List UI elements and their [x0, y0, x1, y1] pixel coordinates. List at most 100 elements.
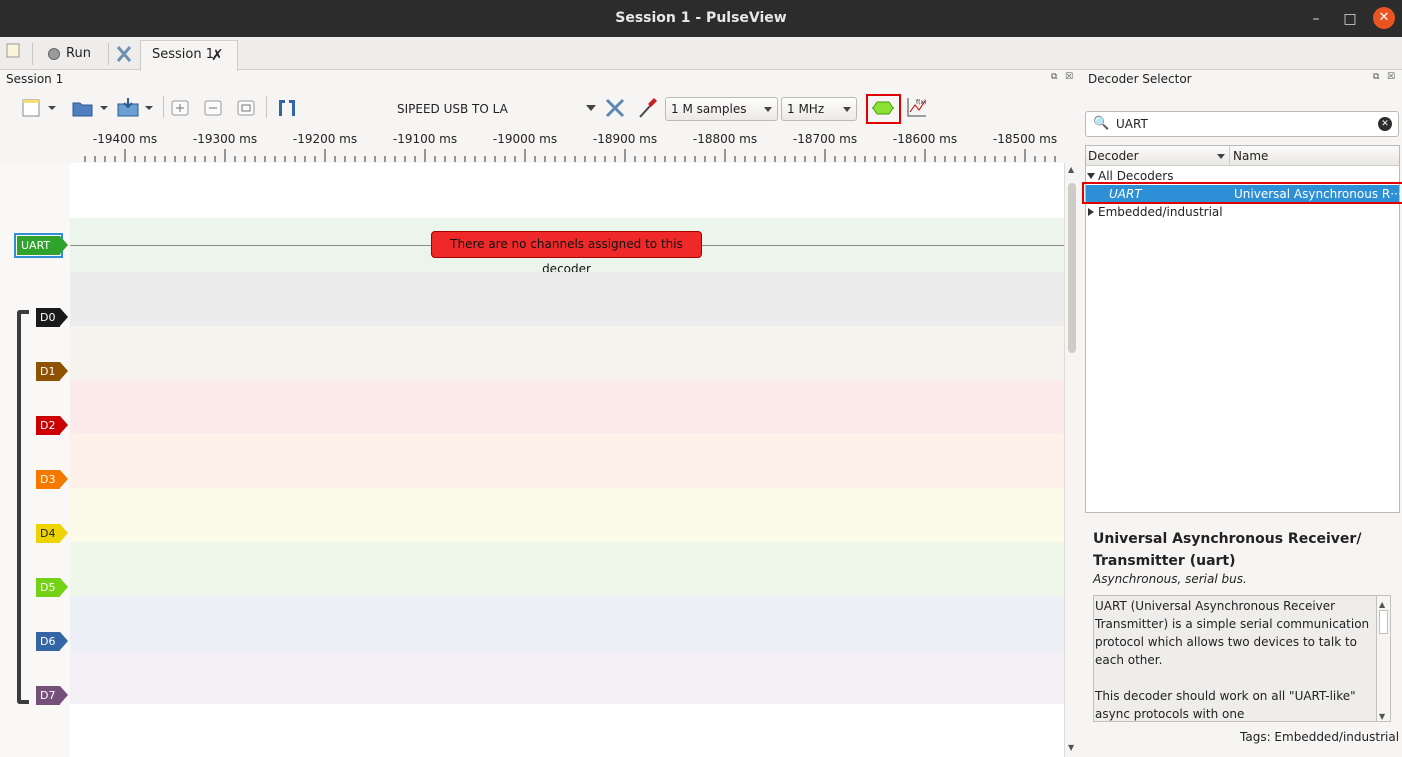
main-toolbar: SIPEED USB TO LA 1 M samples 1 MHz f(x)	[0, 90, 1078, 126]
close-button[interactable]: ✕	[1373, 7, 1395, 29]
description-body: UART (Universal Asynchronous Receiver Tr…	[1095, 599, 1370, 721]
channel-label-d0[interactable]: D0	[36, 308, 68, 327]
ruler-tick-label: -18900 ms	[593, 132, 657, 146]
channel-band-d7	[70, 650, 1064, 704]
scroll-up-icon[interactable]: ▲	[1068, 165, 1074, 174]
probe-icon	[639, 98, 657, 118]
channel-label-d2[interactable]: D2	[36, 416, 68, 435]
open-button[interactable]	[70, 96, 112, 120]
clear-search-icon[interactable]: ✕	[1378, 117, 1392, 131]
close-tab-icon[interactable]: ✗	[211, 41, 224, 69]
scrollbar-thumb[interactable]	[1068, 183, 1076, 353]
chevron-down-icon	[764, 107, 772, 112]
float-panel-icon[interactable]: ⧉	[1051, 72, 1057, 82]
channel-band-d0	[70, 272, 1064, 326]
trace-scrollbar[interactable]: ▲ ▼	[1064, 163, 1078, 757]
tree-group-label: Embedded/industrial	[1098, 205, 1223, 219]
uart-trace-label[interactable]: UART	[14, 233, 68, 258]
maximize-button[interactable]: □	[1340, 9, 1360, 29]
decoder-tree-header: Decoder Name	[1086, 146, 1399, 166]
separator	[108, 43, 109, 65]
decoder-warning-message: There are no channels assigned to this d…	[431, 231, 702, 276]
zoom-fit-icon	[237, 100, 255, 116]
channel-group-bracket[interactable]	[17, 310, 29, 704]
float-panel-icon[interactable]: ⧉	[1373, 72, 1379, 82]
decoder-search-value: UART	[1116, 117, 1148, 131]
ruler-tick-label: -18500 ms	[993, 132, 1057, 146]
zoom-in-button[interactable]	[170, 96, 190, 120]
description-scrollbar[interactable]: ▲ ▼	[1376, 596, 1390, 721]
search-icon: 🔍	[1093, 116, 1110, 131]
channel-band-d4	[70, 488, 1064, 542]
samples-select[interactable]: 1 M samples	[665, 97, 778, 121]
sort-indicator-icon	[1217, 154, 1225, 159]
ruler-ticks: -19400 ms -19300 ms -19200 ms -19100 ms -190…	[84, 132, 1057, 162]
scroll-down-icon[interactable]: ▼	[1379, 708, 1385, 721]
session-panel-title: Session 1	[6, 72, 64, 86]
decoder-search-input[interactable]: 🔍 UART ✕	[1085, 111, 1399, 137]
tree-group-embedded[interactable]: Embedded/industrial	[1086, 203, 1399, 221]
ruler-tick-label: -19000 ms	[493, 132, 557, 146]
device-selector[interactable]: SIPEED USB TO LA	[397, 102, 508, 116]
minimize-button[interactable]: –	[1306, 9, 1326, 29]
run-label: Run	[66, 46, 91, 61]
channel-label-d3[interactable]: D3	[36, 470, 68, 489]
title-bar: Session 1 - PulseView – □ ✕	[0, 0, 1402, 37]
trace-view[interactable]: UART There are no channels assigned to t…	[0, 163, 1064, 757]
decoder-description-subtitle: Asynchronous, serial bus.	[1093, 572, 1247, 586]
channel-label-d1[interactable]: D1	[36, 362, 68, 381]
close-panel-icon[interactable]: ☒	[1065, 72, 1073, 82]
new-session-button[interactable]	[5, 41, 23, 67]
ruler-tick-label: -19400 ms	[93, 132, 157, 146]
collapse-arrow-icon[interactable]	[1088, 208, 1094, 216]
save-button[interactable]	[115, 96, 157, 120]
channel-band-d3	[70, 434, 1064, 488]
ruler-tick-label: -19200 ms	[293, 132, 357, 146]
chevron-down-icon[interactable]	[586, 105, 596, 111]
settings-button[interactable]	[114, 41, 136, 67]
highlight-box	[866, 94, 901, 124]
device-config-button[interactable]	[603, 96, 627, 120]
channel-band-d6	[70, 596, 1064, 650]
close-panel-icon[interactable]: ☒	[1387, 72, 1395, 82]
zoom-fit-button[interactable]	[236, 96, 256, 120]
channel-band-d2	[70, 380, 1064, 434]
expand-arrow-icon[interactable]	[1087, 173, 1095, 179]
math-plot-icon: f(x)	[907, 98, 926, 117]
channel-label-d4[interactable]: D4	[36, 524, 68, 543]
new-document-icon	[22, 99, 56, 117]
svg-text:f(x): f(x)	[916, 99, 926, 106]
zoom-out-icon	[204, 100, 222, 116]
samplerate-select[interactable]: 1 MHz	[781, 97, 857, 121]
scroll-down-icon[interactable]: ▼	[1068, 743, 1074, 752]
time-ruler[interactable]: -19400 ms -19300 ms -19200 ms -19100 ms -190…	[70, 127, 1064, 163]
separator	[163, 96, 164, 118]
window-title: Session 1 - PulseView	[615, 10, 787, 26]
cursor-button[interactable]	[275, 96, 299, 120]
ruler-tick-label: -18700 ms	[793, 132, 857, 146]
new-view-button[interactable]	[20, 96, 60, 120]
record-icon	[48, 48, 60, 60]
ruler-tick-label: -18800 ms	[693, 132, 757, 146]
channel-label-d5[interactable]: D5	[36, 578, 68, 597]
channel-label-d6[interactable]: D6	[36, 632, 68, 651]
channel-label-d7[interactable]: D7	[36, 686, 68, 705]
math-channel-button[interactable]: f(x)	[904, 96, 928, 120]
decoder-description-title: Universal Asynchronous Receiver/ Transmi…	[1093, 531, 1362, 569]
decoder-selector-title: Decoder Selector	[1088, 72, 1192, 86]
column-decoder[interactable]: Decoder	[1088, 146, 1139, 166]
tab-session-1[interactable]: Session 1 ✗	[140, 40, 238, 71]
column-name[interactable]: Name	[1233, 146, 1268, 166]
zoom-in-icon	[171, 100, 189, 116]
run-button[interactable]: Run	[38, 41, 102, 67]
channels-button[interactable]	[636, 96, 660, 120]
tools-icon	[116, 46, 132, 62]
ruler-tick-label: -19100 ms	[393, 132, 457, 146]
zoom-out-button[interactable]	[203, 96, 223, 120]
scrollbar-thumb[interactable]	[1379, 610, 1388, 634]
tab-session-label: Session 1	[152, 47, 215, 62]
channel-band-d1	[70, 326, 1064, 380]
channel-band-d5	[70, 542, 1064, 596]
decoder-description-text[interactable]: UART (Universal Asynchronous Receiver Tr…	[1093, 595, 1391, 722]
chevron-down-icon	[843, 107, 851, 112]
